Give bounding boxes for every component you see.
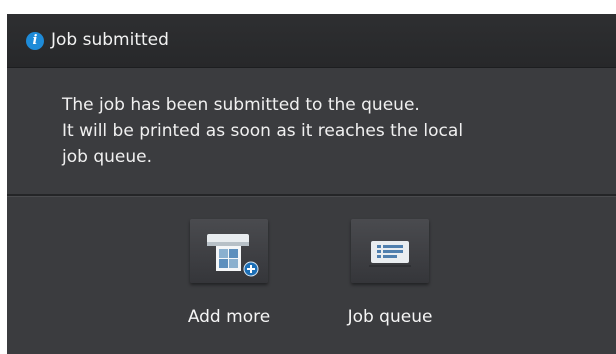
- job-queue-icon: [369, 241, 411, 267]
- dialog-divider: [7, 194, 616, 197]
- dialog-title: Job submitted: [51, 30, 169, 50]
- add-more-button[interactable]: Add more: [174, 219, 284, 334]
- message-line-1: The job has been submitted to the queue.: [62, 95, 420, 115]
- add-more-printer-icon: [207, 234, 259, 277]
- dialog-message: The job has been submitted to the queue.…: [62, 92, 582, 170]
- info-icon: i: [26, 32, 44, 50]
- add-more-tile[interactable]: [190, 219, 268, 283]
- message-line-2: It will be printed as soon as it reaches…: [62, 121, 464, 141]
- job-queue-button[interactable]: Job queue: [335, 219, 445, 334]
- dialog-title-bar: i Job submitted: [7, 14, 616, 68]
- job-queue-label: Job queue: [347, 307, 433, 327]
- job-queue-tile[interactable]: [351, 219, 429, 283]
- add-more-label: Add more: [187, 307, 271, 327]
- message-line-3: job queue.: [62, 147, 152, 167]
- job-submitted-dialog: i Job submitted The job has been submitt…: [7, 14, 616, 354]
